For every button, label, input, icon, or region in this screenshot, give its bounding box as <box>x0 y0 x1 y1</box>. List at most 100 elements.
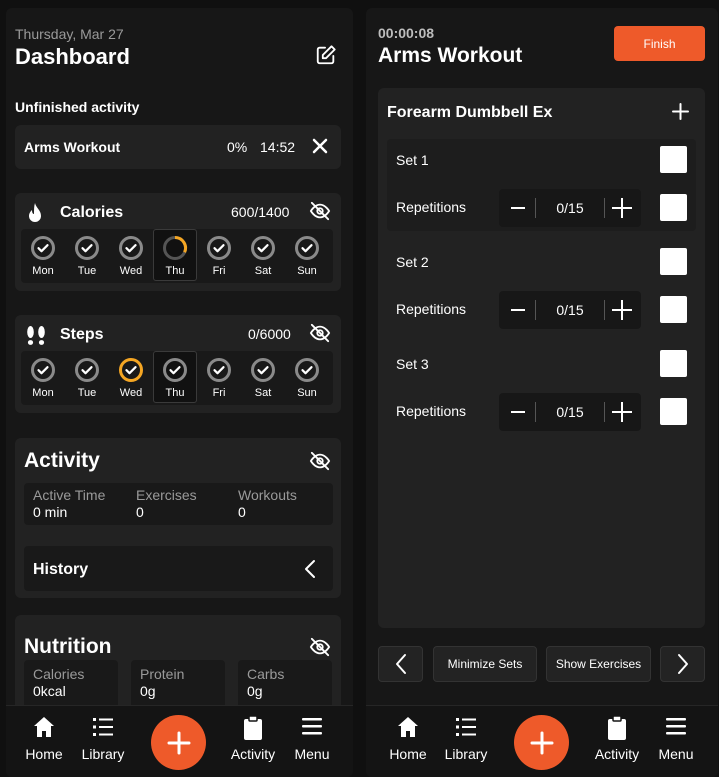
set-checkbox[interactable] <box>660 248 687 275</box>
set-label: Set 3 <box>396 356 429 372</box>
add-button[interactable] <box>514 715 569 770</box>
eye-off-icon[interactable] <box>309 637 331 657</box>
date-label: Thursday, Mar 27 <box>15 26 124 42</box>
day-sun[interactable]: Sun <box>285 351 329 403</box>
clipboard-icon <box>222 716 284 740</box>
history-row[interactable]: History <box>24 546 333 591</box>
activity-stats: Active Time 0 min Exercises 0 Workouts 0 <box>24 483 333 525</box>
day-sat[interactable]: Sat <box>241 229 285 281</box>
day-wed[interactable]: Wed <box>109 229 153 281</box>
unfinished-activity-card[interactable]: Arms Workout 0% 14:52 <box>15 125 341 169</box>
day-sun[interactable]: Sun <box>285 229 329 281</box>
exercise-name: Forearm Dumbbell Ex <box>387 104 553 121</box>
steps-label: Steps <box>60 326 104 343</box>
list-icon <box>435 716 497 740</box>
nutrition-protein-label: Protein <box>140 666 185 682</box>
nutrition-calories-value: 0kcal <box>33 683 66 699</box>
nav-menu[interactable]: Menu <box>281 716 343 762</box>
set-checkbox[interactable] <box>660 146 687 173</box>
home-icon <box>377 716 439 740</box>
home-icon <box>13 716 75 740</box>
close-icon[interactable] <box>312 138 328 154</box>
nav-activity[interactable]: Activity <box>222 716 284 762</box>
reps-checkbox[interactable] <box>660 296 687 323</box>
footsteps-icon <box>24 323 48 347</box>
unfinished-percent: 0% <box>227 139 248 155</box>
nav-activity-label: Activity <box>230 746 276 762</box>
plus-icon[interactable] <box>672 103 689 120</box>
eye-off-icon[interactable] <box>309 451 331 471</box>
menu-icon <box>645 716 707 740</box>
exercise-card: Forearm Dumbbell Ex Set 1 Repetitions 0/… <box>378 88 705 628</box>
nav-activity[interactable]: Activity <box>586 716 648 762</box>
nav-library-label: Library <box>81 746 125 762</box>
stepper-divider <box>604 402 605 422</box>
nav-library-label: Library <box>444 746 488 762</box>
active-time-label: Active Time <box>33 487 106 503</box>
workouts-value: 0 <box>238 504 246 520</box>
edit-icon[interactable] <box>315 44 337 66</box>
nav-home[interactable]: Home <box>377 716 439 762</box>
day-thu[interactable]: Thu <box>153 229 197 281</box>
day-fri[interactable]: Fri <box>197 351 241 403</box>
day-tue[interactable]: Tue <box>65 229 109 281</box>
nav-menu-label: Menu <box>294 746 330 762</box>
activity-card: Activity Active Time 0 min Exercises 0 W… <box>15 438 341 598</box>
set-checkbox[interactable] <box>660 350 687 377</box>
bottom-nav: Home Library Activity Menu <box>366 705 718 777</box>
eye-off-icon[interactable] <box>309 201 331 221</box>
reps-value: 0/15 <box>556 404 584 420</box>
nav-library[interactable]: Library <box>72 716 134 762</box>
reps-stepper: 0/15 <box>499 393 641 431</box>
active-time-value: 0 min <box>33 504 68 520</box>
set-label: Set 1 <box>396 152 429 168</box>
minus-icon[interactable] <box>511 303 525 317</box>
workout-screen: 00:00:08 Arms Workout Finish Forearm Dum… <box>366 8 718 777</box>
day-sat[interactable]: Sat <box>241 351 285 403</box>
plus-icon[interactable] <box>612 402 632 422</box>
next-exercise-button[interactable] <box>660 646 705 682</box>
list-icon <box>72 716 134 740</box>
day-wed[interactable]: Wed <box>109 351 153 403</box>
plus-icon[interactable] <box>612 198 632 218</box>
workouts-label: Workouts <box>238 487 297 503</box>
set-row: Set 1 Repetitions 0/15 <box>387 139 696 231</box>
day-tue[interactable]: Tue <box>65 351 109 403</box>
check-circle-icon <box>162 357 188 383</box>
set-row: Set 2 Repetitions 0/15 <box>387 241 696 333</box>
day-fri[interactable]: Fri <box>197 229 241 281</box>
chevron-left-icon <box>395 654 406 674</box>
workout-timer: 00:00:08 <box>378 25 435 41</box>
stepper-divider <box>535 402 536 422</box>
nav-menu-label: Menu <box>658 746 694 762</box>
unfinished-heading: Unfinished activity <box>15 99 140 115</box>
add-button[interactable] <box>151 715 206 770</box>
nav-home[interactable]: Home <box>13 716 75 762</box>
plus-icon[interactable] <box>612 300 632 320</box>
minus-icon[interactable] <box>511 405 525 419</box>
minus-icon[interactable] <box>511 201 525 215</box>
bottom-nav: Home Library Activity Menu <box>6 705 353 777</box>
day-mon[interactable]: Mon <box>21 229 65 281</box>
previous-exercise-button[interactable] <box>378 646 423 682</box>
check-circle-icon <box>294 357 320 383</box>
stepper-divider <box>535 300 536 320</box>
nav-menu[interactable]: Menu <box>645 716 707 762</box>
reps-checkbox[interactable] <box>660 398 687 425</box>
day-mon[interactable]: Mon <box>21 351 65 403</box>
dashboard-screen: Thursday, Mar 27 Dashboard Unfinished ac… <box>6 8 353 777</box>
eye-off-icon[interactable] <box>309 323 331 343</box>
reps-value: 0/15 <box>556 302 584 318</box>
show-exercises-button[interactable]: Show Exercises <box>546 646 651 682</box>
check-circle-icon <box>30 235 56 261</box>
calories-value: 600/1400 <box>231 204 290 220</box>
reps-checkbox[interactable] <box>660 194 687 221</box>
steps-value: 0/6000 <box>248 326 291 342</box>
nav-library[interactable]: Library <box>435 716 497 762</box>
workout-title: Arms Workout <box>378 44 523 67</box>
chevron-right-icon <box>677 654 688 674</box>
minimize-sets-button[interactable]: Minimize Sets <box>433 646 537 682</box>
finish-button[interactable]: Finish <box>614 26 705 61</box>
day-thu[interactable]: Thu <box>153 351 197 403</box>
reps-label: Repetitions <box>396 199 467 215</box>
